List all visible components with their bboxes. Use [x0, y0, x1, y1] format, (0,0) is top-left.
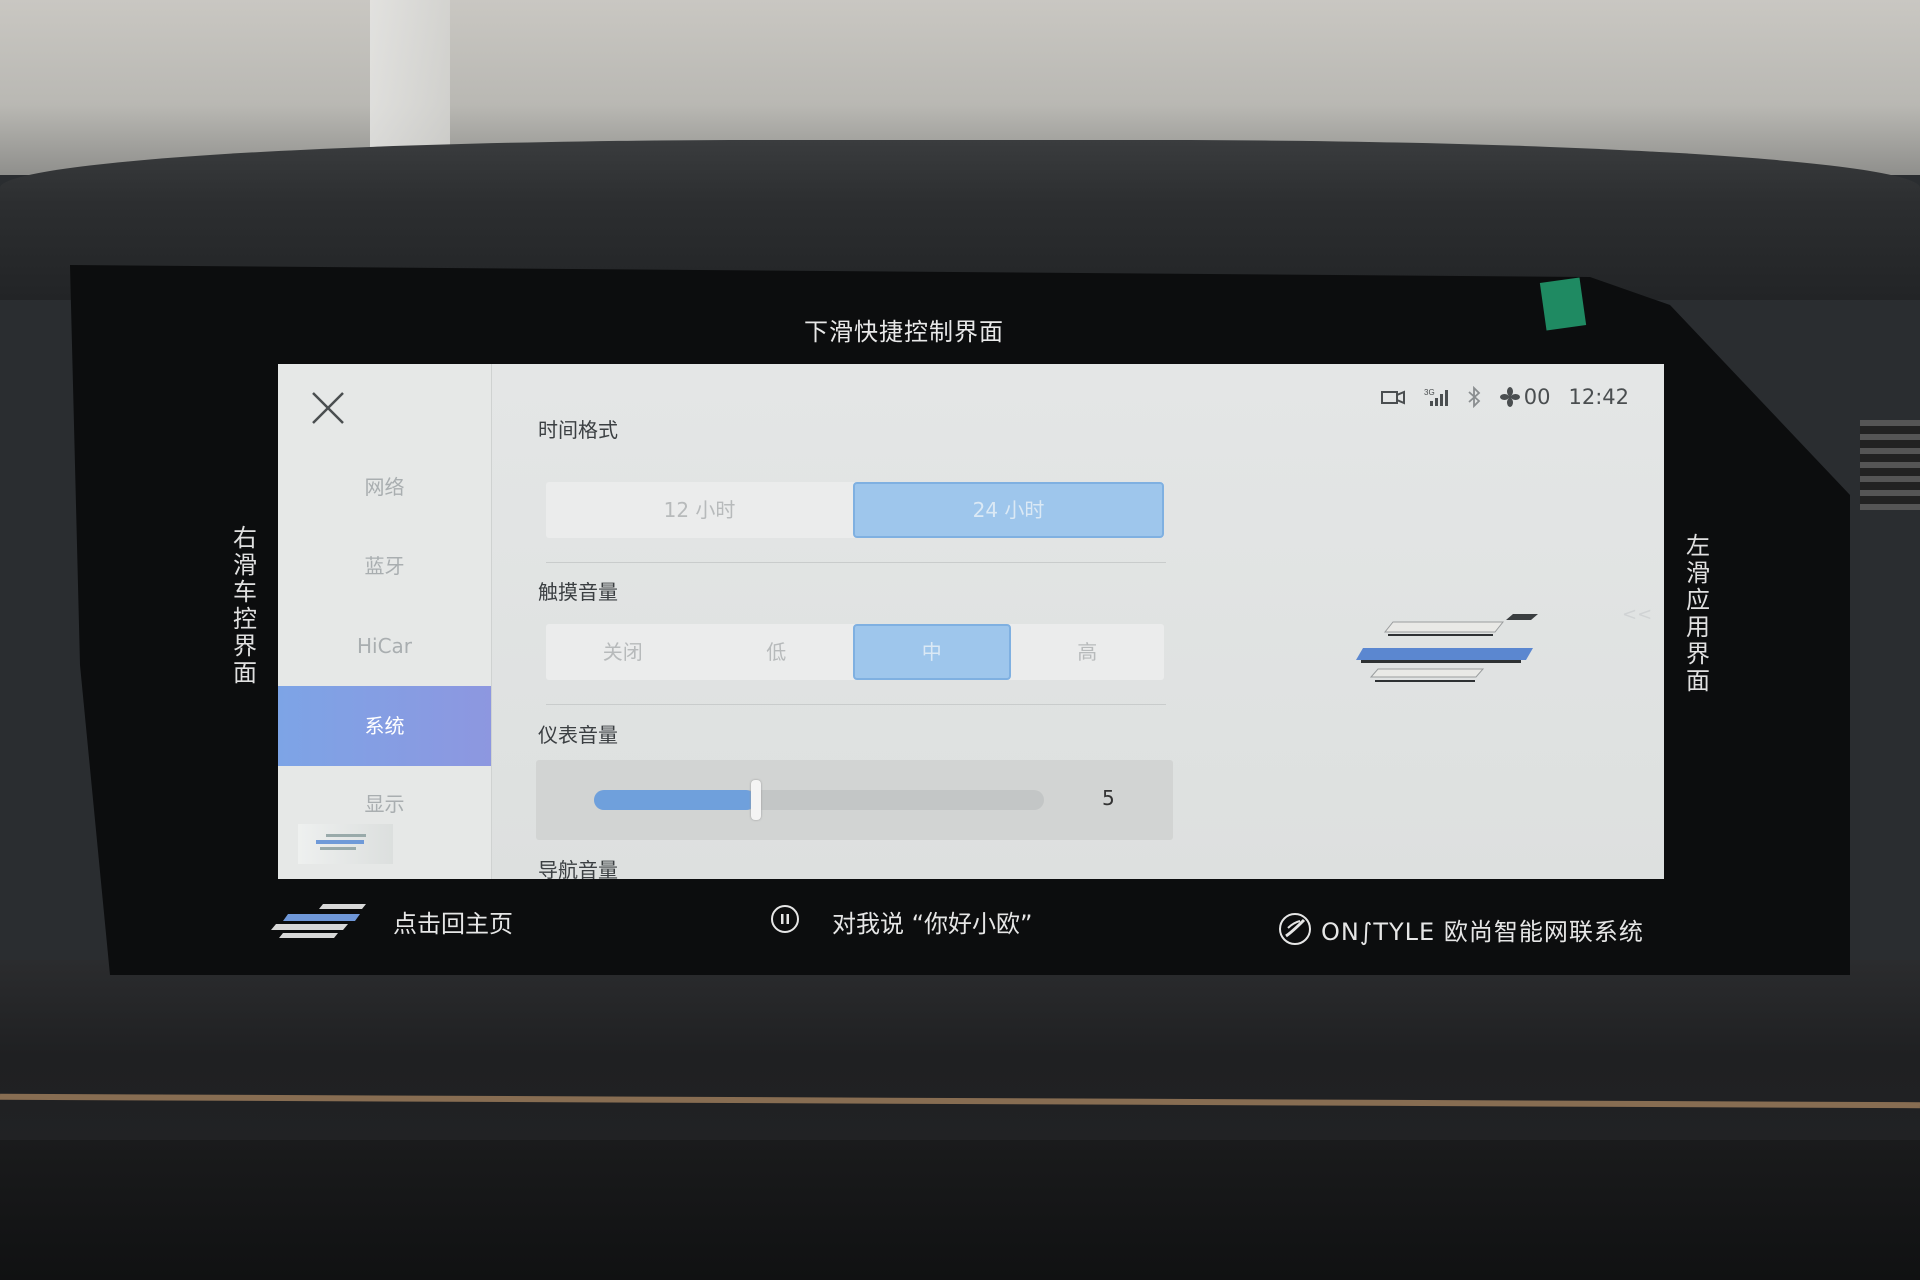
time-format-label: 时间格式 [538, 418, 618, 442]
svg-text:3G: 3G [1424, 388, 1435, 397]
cluster-volume-slider-panel: 5 [536, 760, 1173, 840]
status-bar: 3G 00 12:42 [1380, 382, 1629, 412]
divider [546, 704, 1166, 705]
cluster-volume-value: 5 [1102, 786, 1115, 810]
cellular-signal-icon: 3G [1424, 388, 1448, 406]
swipe-left-hint: 左滑应用界面 [1686, 532, 1710, 695]
touch-volume-low-option[interactable]: 低 [700, 624, 854, 680]
touch-volume-off-option[interactable]: 关闭 [546, 624, 700, 680]
cluster-volume-fill [594, 790, 756, 810]
home-logo-icon[interactable] [268, 900, 368, 940]
touch-volume-medium-option[interactable]: 中 [853, 624, 1011, 680]
sidebar-item-network[interactable]: 网络 [278, 447, 491, 527]
touch-volume-selector: 关闭 低 中 高 [546, 624, 1164, 680]
home-button-label[interactable]: 点击回主页 [393, 904, 513, 939]
dashboard-bottom [0, 1140, 1920, 1280]
close-icon[interactable] [308, 388, 348, 428]
sidebar-item-system[interactable]: 系统 [278, 686, 491, 766]
bottom-bar: 点击回主页 对我说 “你好小欧” ON∫TYLE 欧尚智能网联系统 [268, 892, 1688, 956]
sidebar-item-hicar[interactable]: HiCar [278, 606, 491, 686]
time-format-24h-option[interactable]: 24 小时 [853, 482, 1164, 538]
infotainment-screen: 网络 蓝牙 HiCar 系统 显示 3G 00 12:42 时间格式 12 小时… [278, 364, 1664, 879]
fan-icon [1499, 387, 1520, 407]
onstyle-logo-icon [1279, 913, 1311, 945]
swipe-down-hint: 下滑快捷控制界面 [804, 318, 1004, 346]
nav-volume-label: 导航音量 [538, 858, 618, 879]
touch-volume-high-option[interactable]: 高 [1011, 624, 1165, 680]
brand-graphic [1356, 614, 1538, 682]
fan-level: 00 [1523, 385, 1551, 409]
voice-prompt: 对我说 “你好小欧” [832, 910, 1033, 938]
bluetooth-icon [1468, 386, 1481, 408]
cluster-volume-label: 仪表音量 [538, 723, 618, 747]
clock: 12:42 [1568, 385, 1629, 409]
swipe-right-hint: 右滑车控界面 [233, 524, 257, 687]
cluster-volume-slider[interactable] [594, 780, 1044, 820]
time-format-selector: 12 小时 24 小时 [546, 482, 1164, 538]
sidebar-item-bluetooth[interactable]: 蓝牙 [278, 526, 491, 606]
touch-volume-label: 触摸音量 [538, 580, 618, 604]
cluster-volume-thumb[interactable] [751, 780, 761, 820]
air-vent [1860, 420, 1920, 510]
divider [546, 562, 1166, 563]
dashcam-icon [1380, 390, 1405, 405]
voice-assistant-icon[interactable] [770, 904, 800, 934]
time-format-12h-option[interactable]: 12 小时 [546, 482, 853, 538]
system-brand-label: ON∫TYLE 欧尚智能网联系统 [1321, 918, 1644, 946]
brand-mini-logo [298, 824, 393, 864]
settings-sidebar: 网络 蓝牙 HiCar 系统 显示 [278, 364, 492, 879]
swipe-chevrons-icon: << [1622, 604, 1653, 625]
